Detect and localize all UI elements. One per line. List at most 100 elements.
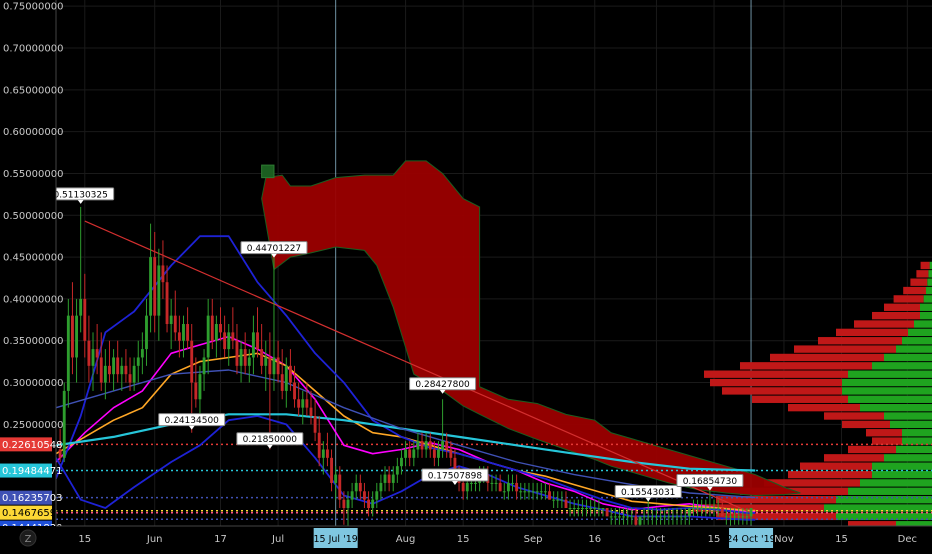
volume-bar-down [854, 320, 914, 328]
candle-body [749, 508, 753, 517]
candle-body [247, 357, 251, 366]
candle-body [177, 332, 181, 341]
chart-stage: 0.51130325 0.44701227 0.24134500 0.21850000… [0, 0, 932, 554]
x-tick-label: Sep [524, 534, 543, 545]
candle-body [498, 482, 502, 492]
candle-body [235, 340, 239, 366]
volume-bar-down [704, 370, 848, 378]
candle-body [297, 399, 301, 408]
candle-body [469, 482, 473, 484]
candle-body [173, 315, 177, 333]
x-tick-label: 15 [78, 534, 91, 545]
volume-bar-down [722, 387, 842, 395]
volume-bar-down [884, 303, 920, 311]
candle-body [210, 315, 214, 341]
candle-body [202, 357, 206, 375]
candle-body [338, 474, 342, 500]
candle-body [679, 516, 683, 518]
candle-body [465, 482, 469, 492]
annotation-label: 0.17507898 [428, 472, 483, 482]
candle-body [363, 491, 366, 500]
candle-body [617, 516, 621, 518]
y-tick-label: 0.30000000 [3, 378, 63, 389]
candle-body [638, 516, 642, 525]
candle-body [650, 516, 654, 518]
candle-body [260, 349, 264, 366]
candle-body [91, 349, 95, 366]
candle-body [593, 508, 597, 510]
candle-body [87, 340, 91, 366]
candle-body [317, 432, 321, 458]
volume-bar-up [872, 462, 932, 470]
candle-body [371, 499, 375, 509]
volume-bar-up [896, 345, 932, 353]
candle-body [350, 491, 354, 500]
candle-body [182, 324, 185, 341]
annotation-label: 0.21850000 [243, 435, 298, 445]
candle-body [605, 508, 609, 517]
volume-bar-up [884, 353, 932, 362]
candle-body [153, 257, 157, 316]
y-tick-label: 0.55000000 [3, 169, 63, 180]
candle-body [268, 357, 272, 375]
candle-body [704, 508, 708, 510]
cloud-green-segment [261, 164, 275, 179]
candle-body [239, 349, 243, 366]
price-label-text: 0.19484471 [2, 466, 62, 477]
price-chart[interactable]: 0.51130325 0.44701227 0.24134500 0.21850000… [0, 0, 932, 554]
candle-body [284, 365, 288, 391]
candle-body [99, 357, 103, 383]
candle-body [383, 474, 387, 483]
volume-bar-down [818, 337, 902, 345]
candle-body [474, 482, 477, 484]
candle-body [342, 499, 346, 509]
candle-body [556, 499, 560, 501]
candle-body [276, 357, 280, 375]
volume-bar-up [848, 395, 932, 403]
volume-bar-up [860, 479, 932, 487]
volume-bar-down [872, 311, 920, 320]
candle-body [223, 332, 227, 350]
candle-body [140, 349, 144, 358]
candle-body [712, 508, 716, 510]
candle-body [609, 516, 613, 518]
volume-bar-up [890, 420, 932, 429]
x-tick-label: Dec [898, 534, 917, 545]
volume-bar-down [836, 328, 908, 337]
candle-body [367, 499, 371, 509]
x-tick-label: 15 [708, 534, 721, 545]
candle-body [346, 499, 350, 509]
candle-body [580, 508, 584, 510]
y-tick-label: 0.35000000 [3, 336, 63, 347]
candle-body [387, 474, 391, 483]
candle-body [646, 516, 650, 518]
candle-body [404, 449, 408, 458]
volume-bar-down [848, 445, 896, 454]
volume-bar-down [740, 362, 872, 370]
candle-body [395, 466, 399, 475]
volume-bar-up [848, 370, 932, 378]
candle-body [494, 482, 498, 484]
candle-body [391, 474, 395, 483]
candle-body [630, 516, 634, 518]
candle-body [293, 382, 296, 400]
candle-body [379, 482, 383, 492]
candle-body [700, 508, 704, 510]
y-tick-label: 0.25000000 [3, 420, 63, 431]
candle-body [194, 382, 198, 400]
candle-body [206, 315, 210, 358]
volume-bar-up [927, 278, 932, 286]
volume-bar-down [842, 420, 890, 429]
candle-body [116, 357, 120, 375]
candle-body [416, 441, 420, 450]
price-label-text: 0.16235703 [2, 493, 62, 504]
y-tick-label: 0.45000000 [3, 253, 63, 264]
candle-body [256, 332, 259, 350]
x-axis[interactable]: 15 Jun 17 Jul Aug 15 Sep 16 Oct 15 Nov 15 Dec 15 Jul … [0, 525, 932, 550]
candle-body [519, 491, 523, 493]
candle-body [548, 491, 551, 500]
y-tick-label: 0.60000000 [3, 127, 63, 138]
candle-body [543, 491, 547, 493]
annotation-label: 0.15543031 [621, 488, 675, 498]
candle-body [251, 332, 255, 358]
